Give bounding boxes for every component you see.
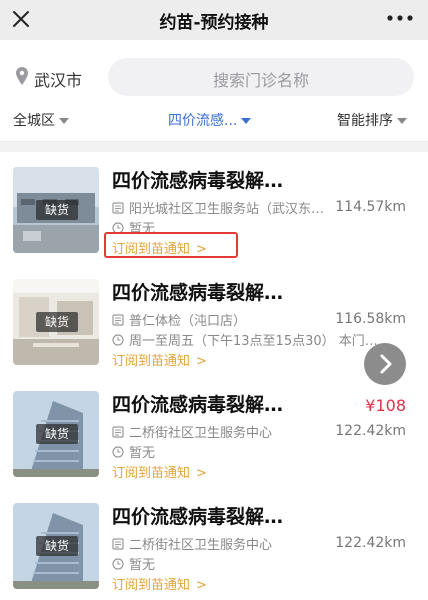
filter-sort-label: 智能排序: [337, 113, 393, 129]
location-pin-icon: [16, 67, 28, 85]
price: ¥108: [365, 396, 406, 415]
stock-badge: 缺货: [36, 424, 78, 444]
hours-row: 周一至周五（下午13点至15点30） 本门…: [112, 330, 378, 349]
clinic-name: 二桥街社区卫生服务中心: [129, 426, 273, 441]
list-item[interactable]: 缺货 四价流感病毒裂解… 阳光城社区卫生服务站（武汉东… 114.57km 暂无…: [0, 152, 428, 264]
next-page-button[interactable]: [364, 343, 406, 385]
service-hours: 暂无: [129, 446, 156, 461]
filter-sort[interactable]: 智能排序: [337, 110, 407, 130]
filter-vaccine[interactable]: 四价流感...: [168, 110, 252, 130]
service-hours: 暂无: [129, 558, 156, 573]
clinic-photo: 缺货: [13, 279, 99, 365]
filter-district-label: 全城区: [13, 113, 55, 129]
filter-vaccine-label: 四价流感...: [168, 113, 238, 129]
clinic-photo: 缺货: [13, 391, 99, 477]
caret-down-icon: [59, 118, 69, 124]
clinic-name: 二桥街社区卫生服务中心: [129, 538, 273, 553]
clinic-name: 普仁体检（沌口店）: [129, 314, 247, 329]
clinic-photo: 缺货: [13, 167, 99, 253]
search-row: 武汉市 搜索门诊名称: [0, 40, 428, 102]
list-item[interactable]: 缺货 四价流感病毒裂解… 二桥街社区卫生服务中心 122.42km 暂无 订阅到…: [0, 488, 428, 600]
clock-icon: [112, 446, 124, 458]
stock-badge: 缺货: [36, 312, 78, 332]
chevron-right-icon: >: [196, 466, 207, 481]
clinic-name: 阳光城社区卫生服务站（武汉东…: [129, 202, 325, 217]
distance: 114.57km: [335, 199, 406, 215]
distance: 122.42km: [335, 535, 406, 551]
service-hours: 周一至周五（下午13点至15点30） 本门…: [129, 334, 378, 349]
chevron-right-icon: >: [196, 354, 207, 369]
clinic-row: 阳光城社区卫生服务站（武汉东…: [112, 198, 324, 217]
caret-down-icon: [241, 118, 252, 124]
clock-icon: [112, 334, 124, 346]
subscribe-notify-link[interactable]: 订阅到苗通知 >: [112, 574, 207, 593]
hours-row: 暂无: [112, 442, 155, 461]
vaccine-name: 四价流感病毒裂解…: [112, 170, 284, 192]
clinic-icon: [112, 538, 124, 550]
subscribe-notify-label: 订阅到苗通知: [112, 354, 191, 369]
list-item[interactable]: 缺货 四价流感病毒裂解… ¥108 二桥街社区卫生服务中心 122.42km 暂…: [0, 376, 428, 488]
vaccine-name: 四价流感病毒裂解…: [112, 394, 284, 416]
subscribe-notify-link[interactable]: 订阅到苗通知 >: [112, 350, 207, 369]
caret-down-icon: [397, 118, 407, 124]
page-title: 约苗-预约接种: [159, 13, 269, 33]
distance: 116.58km: [335, 311, 406, 327]
clinic-row: 二桥街社区卫生服务中心: [112, 422, 272, 441]
city-selector[interactable]: 武汉市: [34, 67, 82, 91]
subscribe-notify-link[interactable]: 订阅到苗通知 >: [112, 462, 207, 481]
vaccine-name: 四价流感病毒裂解…: [112, 282, 284, 304]
clock-icon: [112, 558, 124, 570]
subscribe-notify-label: 订阅到苗通知: [112, 466, 191, 481]
chevron-right-icon: [380, 354, 392, 374]
clinic-photo: 缺货: [13, 503, 99, 589]
filter-district[interactable]: 全城区: [13, 110, 69, 130]
stock-badge: 缺货: [36, 536, 78, 556]
highlight-box: [104, 232, 238, 258]
subscribe-notify-label: 订阅到苗通知: [112, 578, 191, 593]
clinic-icon: [112, 202, 124, 214]
vaccine-name: 四价流感病毒裂解…: [112, 506, 284, 528]
title-bar: 约苗-预约接种: [0, 0, 428, 40]
clinic-row: 普仁体检（沌口店）: [112, 310, 246, 329]
distance: 122.42km: [335, 423, 406, 439]
hours-row: 暂无: [112, 554, 155, 573]
more-icon[interactable]: [386, 13, 414, 23]
clinic-icon: [112, 426, 124, 438]
search-input[interactable]: 搜索门诊名称: [108, 58, 414, 96]
clinic-icon: [112, 314, 124, 326]
stock-badge: 缺货: [36, 200, 78, 220]
chevron-right-icon: >: [196, 578, 207, 593]
filter-bar: 全城区 四价流感... 智能排序: [0, 102, 428, 142]
search-placeholder: 搜索门诊名称: [212, 71, 309, 90]
clinic-row: 二桥街社区卫生服务中心: [112, 534, 272, 553]
